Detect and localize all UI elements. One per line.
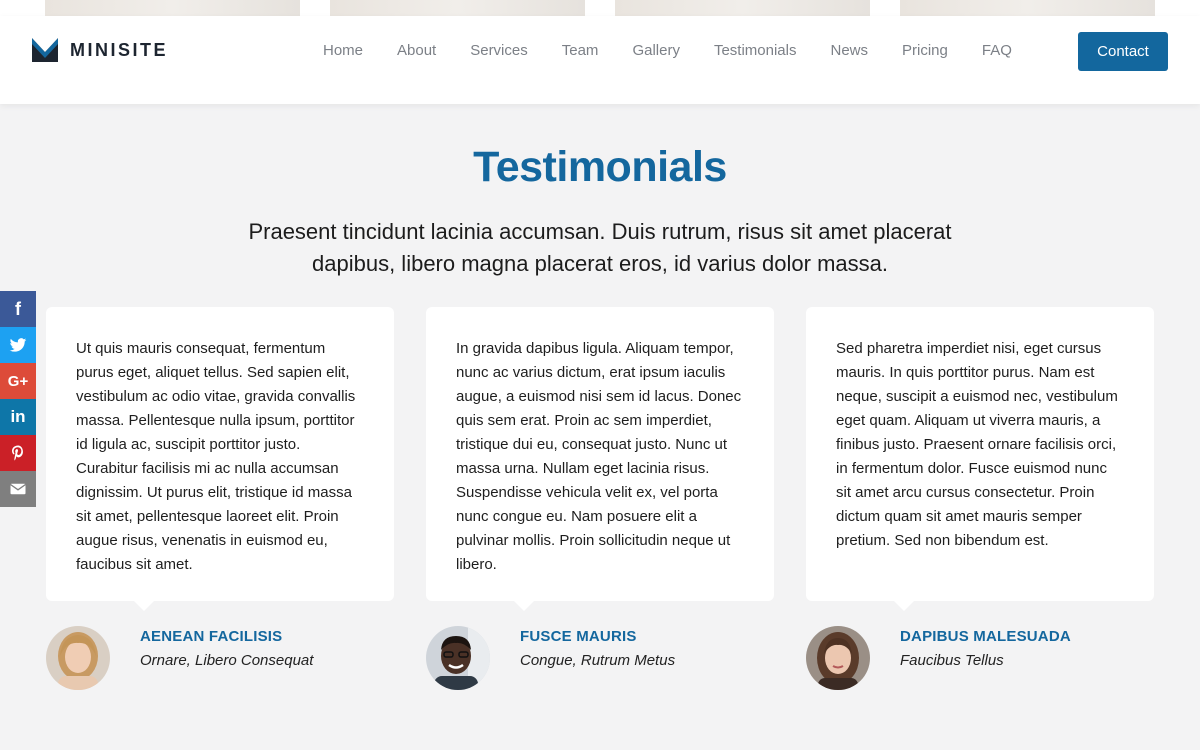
testimonial-author: FUSCE MAURIS Congue, Rutrum Metus (426, 626, 774, 692)
testimonial-text: Ut quis mauris consequat, fermentum puru… (76, 340, 356, 573)
email-icon[interactable] (0, 471, 36, 507)
nav-team[interactable]: Team (545, 42, 616, 60)
testimonial-author: AENEAN FACILISIS Ornare, Libero Consequa… (46, 626, 394, 692)
testimonial-text: Sed pharetra imperdiet nisi, eget cursus… (836, 340, 1118, 549)
logo-mark-icon (32, 38, 58, 62)
testimonial-text: In gravida dapibus ligula. Aliquam tempo… (456, 340, 742, 573)
brand-name: MINISITE (70, 39, 169, 60)
linkedin-icon[interactable]: in (0, 399, 36, 435)
nav-faq[interactable]: FAQ (965, 42, 1029, 60)
section-subtitle: Praesent tincidunt lacinia accumsan. Dui… (248, 219, 952, 276)
nav-news[interactable]: News (813, 42, 885, 60)
gallery-thumbnail[interactable] (330, 0, 585, 16)
card-pointer (514, 601, 534, 611)
author-role: Congue, Rutrum Metus (520, 652, 676, 669)
google-plus-icon[interactable]: G+ (0, 363, 36, 399)
author-role: Ornare, Libero Consequat (140, 652, 314, 669)
nav-home[interactable]: Home (306, 42, 380, 60)
gallery-thumbnail[interactable] (900, 0, 1155, 16)
twitter-icon[interactable] (0, 327, 36, 363)
nav-gallery[interactable]: Gallery (615, 42, 697, 60)
gallery-thumbnail[interactable] (615, 0, 870, 16)
gallery-thumbnail[interactable] (45, 0, 300, 16)
nav-about[interactable]: About (380, 42, 453, 60)
author-name: AENEAN FACILISIS (140, 628, 283, 645)
facebook-icon[interactable]: f (0, 291, 36, 327)
site-logo[interactable]: MINISITE (32, 38, 168, 62)
nav-pricing[interactable]: Pricing (885, 42, 965, 60)
gallery-thumbnail-strip (0, 0, 1200, 16)
main-nav: Home About Services Team Gallery Testimo… (306, 42, 1029, 60)
avatar (806, 626, 870, 690)
pinterest-icon[interactable] (0, 435, 36, 471)
testimonial-card: Ut quis mauris consequat, fermentum puru… (46, 307, 394, 611)
author-name: FUSCE MAURIS (520, 628, 637, 645)
testimonial-card: In gravida dapibus ligula. Aliquam tempo… (426, 307, 774, 611)
testimonial-card: Sed pharetra imperdiet nisi, eget cursus… (806, 307, 1154, 611)
testimonial-author: DAPIBUS MALESUADA Faucibus Tellus (806, 626, 1154, 692)
nav-services[interactable]: Services (453, 42, 545, 60)
author-role: Faucibus Tellus (900, 652, 1004, 669)
social-share-bar: f G+ in (0, 291, 36, 507)
nav-testimonials[interactable]: Testimonials (697, 42, 814, 60)
section-title: Testimonials (473, 143, 727, 191)
author-name: DAPIBUS MALESUADA (900, 628, 1071, 645)
site-header: MINISITE Home About Services Team Galler… (0, 16, 1200, 104)
card-pointer (134, 601, 154, 611)
card-pointer (894, 601, 914, 611)
avatar (426, 626, 490, 690)
avatar (46, 626, 110, 690)
contact-button[interactable]: Contact (1078, 32, 1168, 71)
